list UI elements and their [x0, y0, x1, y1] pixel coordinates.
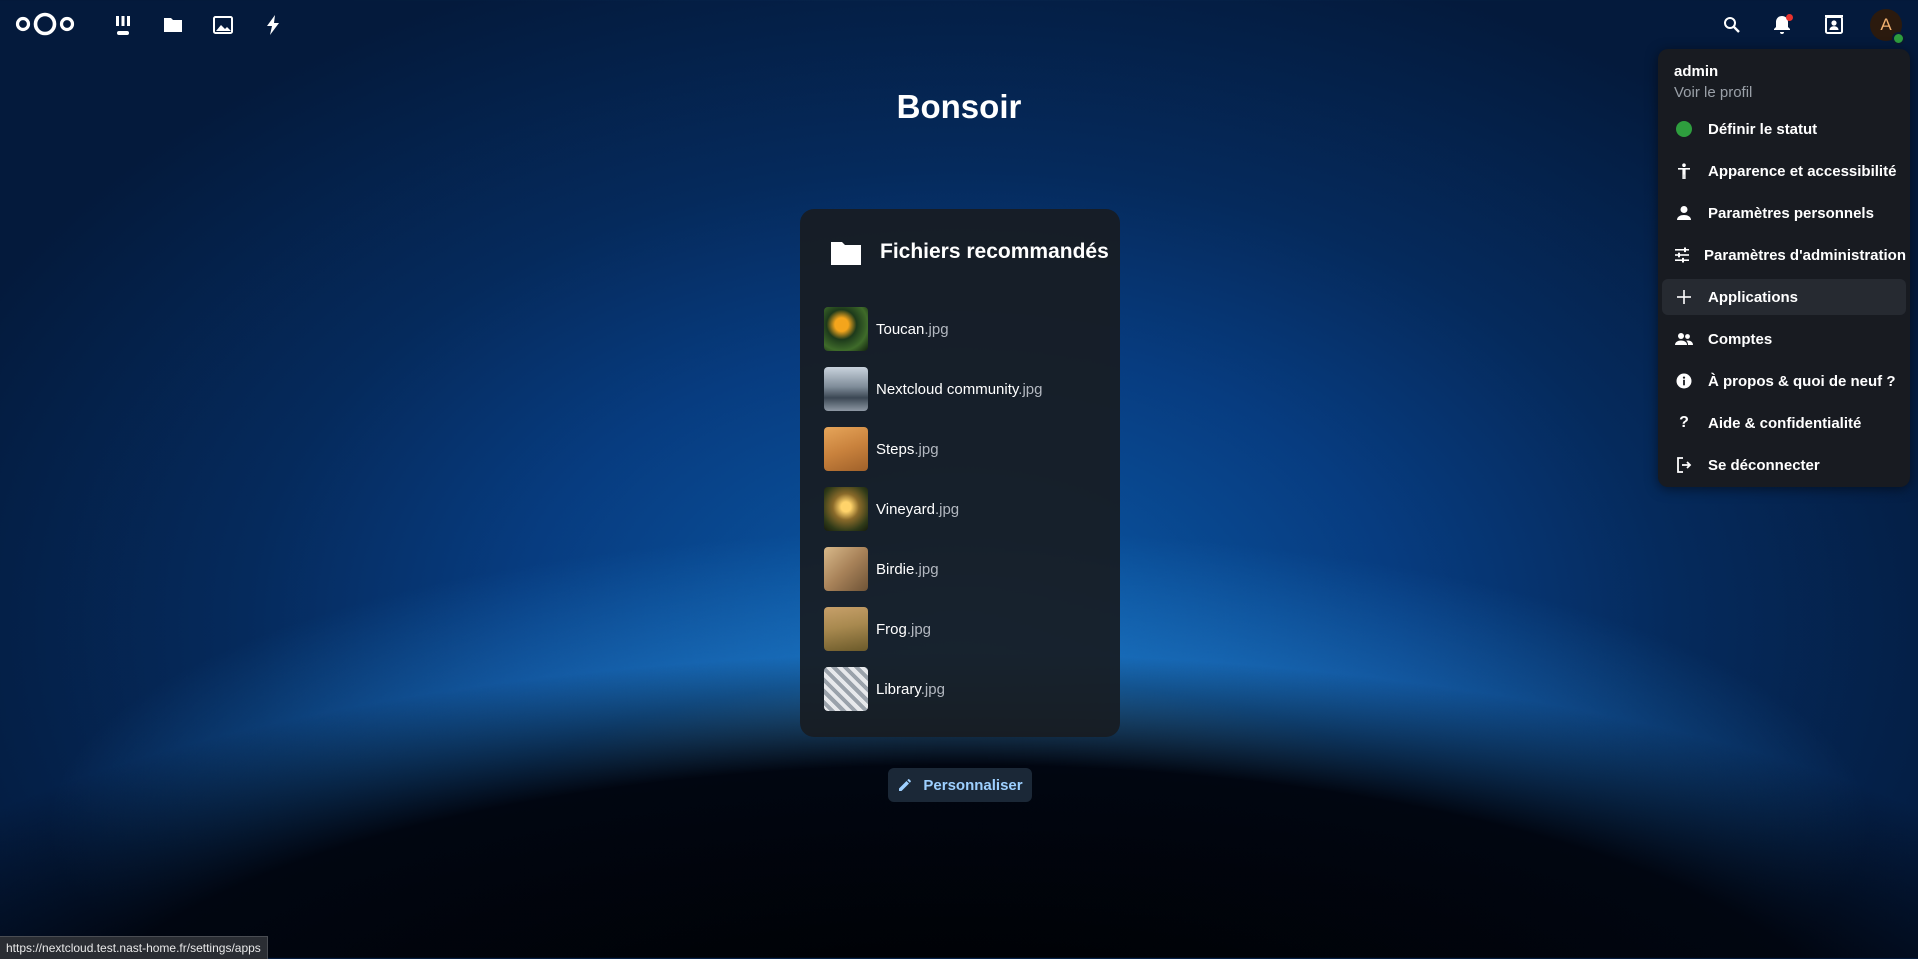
file-item[interactable]: Library.jpg — [824, 666, 1104, 712]
status-bar-url: https://nextcloud.test.nast-home.fr/sett… — [0, 936, 268, 959]
person-icon — [1674, 203, 1694, 223]
file-item[interactable]: Toucan.jpg — [824, 306, 1104, 352]
menu-item-label: Définir le statut — [1708, 120, 1818, 138]
status-dot-icon — [1674, 119, 1694, 139]
online-status-dot — [1892, 32, 1905, 45]
menu-item-applications[interactable]: Applications — [1662, 279, 1906, 315]
activity-icon[interactable] — [260, 12, 286, 38]
file-thumbnail — [824, 367, 868, 411]
file-item[interactable]: Birdie.jpg — [824, 546, 1104, 592]
menu-item-help[interactable]: ? Aide & confidentialité — [1662, 405, 1906, 441]
file-name: Toucan.jpg — [876, 320, 949, 338]
top-bar: A — [0, 0, 1918, 50]
file-thumbnail — [824, 607, 868, 651]
menu-item-accounts[interactable]: Comptes — [1662, 321, 1906, 357]
sliders-icon — [1674, 245, 1690, 265]
files-icon[interactable] — [160, 12, 186, 38]
folder-icon — [830, 237, 862, 267]
nextcloud-logo-icon[interactable] — [14, 10, 76, 38]
greeting-title: Bonsoir — [896, 88, 1022, 125]
menu-item-appearance[interactable]: Apparence et accessibilité — [1662, 153, 1906, 189]
file-item[interactable]: Frog.jpg — [824, 606, 1104, 652]
file-thumbnail — [824, 427, 868, 471]
info-icon — [1674, 371, 1694, 391]
menu-item-label: Aide & confidentialité — [1708, 414, 1862, 432]
plus-icon — [1674, 287, 1694, 307]
avatar-letter: A — [1880, 15, 1892, 34]
panel-header: Fichiers recommandés — [830, 237, 1109, 267]
file-name: Steps.jpg — [876, 440, 939, 458]
menu-item-set-status[interactable]: Définir le statut — [1662, 111, 1906, 147]
photos-icon[interactable] — [210, 12, 236, 38]
file-name: Frog.jpg — [876, 620, 932, 638]
menu-item-about[interactable]: À propos & quoi de neuf ? — [1662, 363, 1906, 399]
menu-username: admin — [1674, 63, 1719, 80]
menu-item-label: Comptes — [1708, 330, 1773, 348]
customize-button[interactable]: Personnaliser — [888, 768, 1032, 802]
menu-item-admin-settings[interactable]: Paramètres d'administration — [1662, 237, 1906, 273]
accounts-icon — [1674, 329, 1694, 349]
file-name: Library.jpg — [876, 680, 945, 698]
menu-item-label: Apparence et accessibilité — [1708, 162, 1897, 180]
menu-item-label: Paramètres personnels — [1708, 204, 1874, 222]
view-profile-link[interactable]: Voir le profil — [1674, 84, 1752, 101]
file-name: Birdie.jpg — [876, 560, 939, 578]
notification-badge — [1786, 14, 1793, 21]
dashboard-icon[interactable] — [110, 12, 136, 38]
contacts-icon[interactable] — [1820, 11, 1848, 39]
menu-item-label: Paramètres d'administration — [1704, 246, 1906, 264]
file-name: Nextcloud community.jpg — [876, 380, 1043, 398]
recommended-files-panel: Fichiers recommandés Toucan.jpg Nextclou… — [800, 209, 1120, 737]
help-icon: ? — [1679, 414, 1689, 431]
file-item[interactable]: Steps.jpg — [824, 426, 1104, 472]
pencil-icon — [899, 779, 912, 791]
accessibility-icon — [1674, 161, 1694, 181]
menu-item-logout[interactable]: Se déconnecter — [1662, 447, 1906, 483]
file-thumbnail — [824, 547, 868, 591]
menu-item-label: Applications — [1708, 288, 1799, 306]
menu-item-personal-settings[interactable]: Paramètres personnels — [1662, 195, 1906, 231]
customize-label: Personnaliser — [923, 776, 1023, 794]
file-thumbnail — [824, 487, 868, 531]
file-thumbnail — [824, 307, 868, 351]
file-item[interactable]: Nextcloud community.jpg — [824, 366, 1104, 412]
menu-item-label: À propos & quoi de neuf ? — [1708, 372, 1896, 390]
menu-item-label: Se déconnecter — [1708, 456, 1820, 474]
file-item[interactable]: Vineyard.jpg — [824, 486, 1104, 532]
search-icon[interactable] — [1718, 11, 1746, 39]
panel-title: Fichiers recommandés — [880, 240, 1109, 263]
file-name: Vineyard.jpg — [876, 500, 960, 518]
user-menu: admin Voir le profil Définir le statut A… — [1658, 49, 1910, 487]
logout-icon — [1674, 455, 1694, 475]
file-thumbnail — [824, 667, 868, 711]
